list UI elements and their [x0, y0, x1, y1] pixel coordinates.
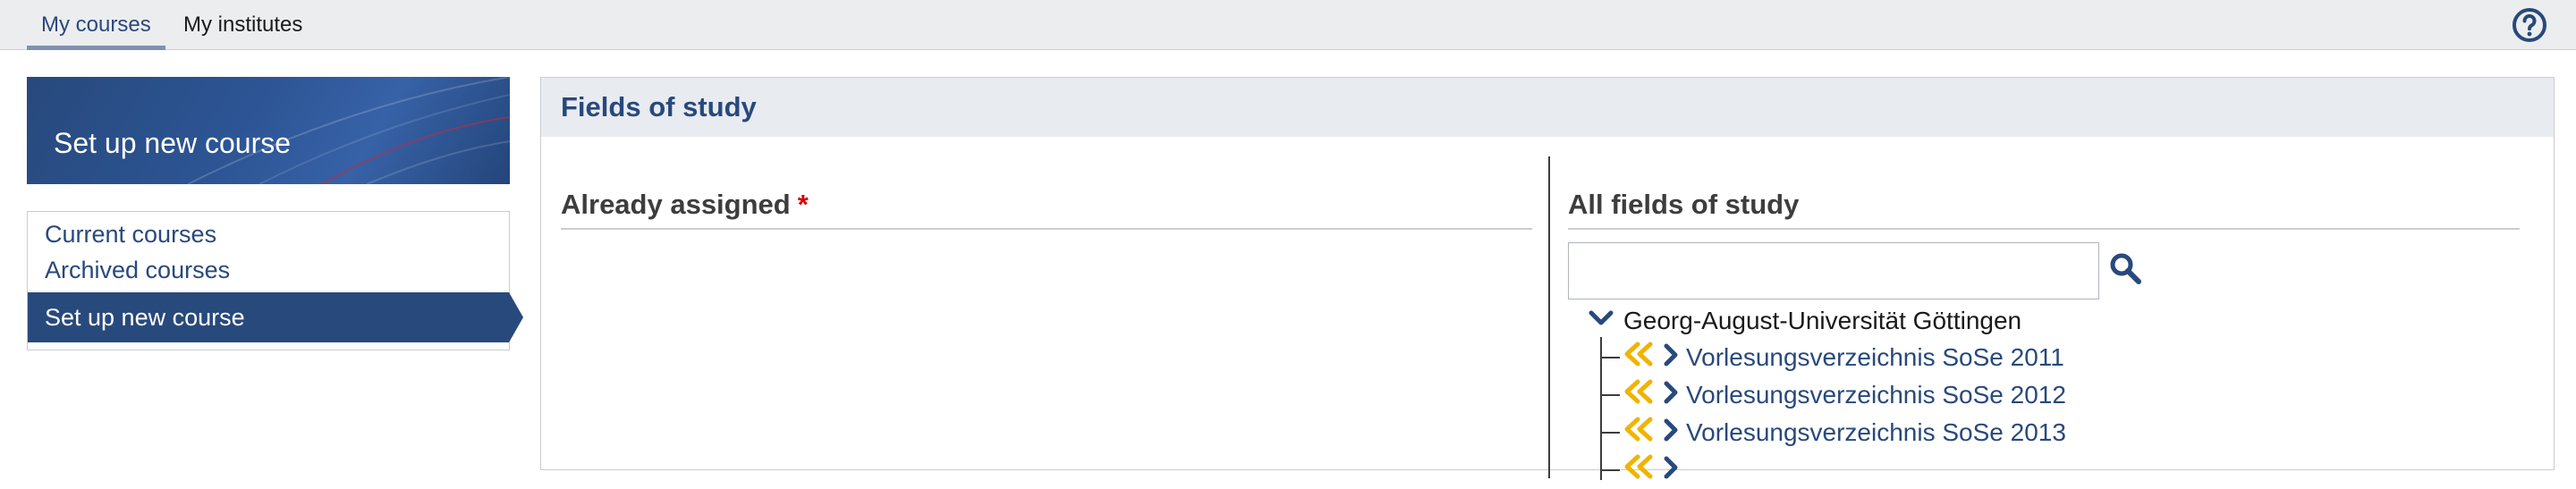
field-search-input[interactable] — [1568, 242, 2099, 299]
banner-title: Set up new course — [54, 127, 292, 159]
already-assigned-title: Already assigned — [561, 189, 791, 220]
chevron-right-icon[interactable] — [1661, 417, 1681, 444]
chevron-right-icon[interactable] — [1661, 455, 1681, 482]
sidebar-navigation: Current courses Archived courses Set up … — [27, 211, 523, 350]
chevron-down-icon[interactable] — [1588, 305, 1614, 332]
tree-item-label[interactable]: Vorlesungsverzeichnis SoSe 2013 — [1686, 414, 2066, 451]
tree-item — [1600, 451, 2137, 489]
all-fields-heading: All fields of study — [1568, 187, 2520, 230]
tree-branch-line — [1600, 469, 1620, 471]
double-arrow-left-icon[interactable] — [1622, 341, 1657, 371]
fields-of-study-panel: Fields of study Already assigned * All fi… — [540, 77, 2555, 480]
help-icon[interactable] — [2512, 7, 2547, 43]
tab-my-institutes[interactable]: My institutes — [183, 0, 302, 50]
tree-item: Vorlesungsverzeichnis SoSe 2013 — [1600, 414, 2137, 451]
tree-item-label[interactable]: Vorlesungsverzeichnis SoSe 2012 — [1686, 376, 2066, 414]
panel-title: Fields of study — [561, 91, 757, 122]
tree-item-label[interactable]: Vorlesungsverzeichnis SoSe 2011 — [1686, 339, 2064, 376]
double-arrow-left-icon[interactable] — [1622, 416, 1657, 446]
all-fields-title: All fields of study — [1568, 189, 1800, 220]
sidebar-item-current-courses[interactable]: Current courses — [45, 221, 216, 249]
magnifier-icon[interactable] — [2108, 251, 2144, 287]
tree-branch-line — [1600, 357, 1620, 358]
tree-root-label[interactable]: Georg-August-Universität Göttingen — [1623, 303, 2021, 339]
chevron-right-icon[interactable] — [1661, 380, 1681, 407]
sidebar-item-label: Set up new course — [45, 304, 245, 331]
tab-my-courses[interactable]: My courses — [27, 0, 165, 50]
sidebar-banner: Set up new course — [27, 77, 510, 184]
tree-branch-line — [1600, 432, 1620, 434]
column-divider — [1548, 156, 1550, 478]
panel-header: Fields of study — [541, 78, 2554, 137]
chevron-right-icon[interactable] — [1661, 342, 1681, 369]
double-arrow-left-icon[interactable] — [1622, 378, 1657, 409]
sidebar-item-set-up-new-course[interactable]: Set up new course — [28, 292, 523, 342]
tree-branch-line — [1600, 394, 1620, 396]
already-assigned-heading: Already assigned * — [561, 187, 1532, 230]
required-marker: * — [797, 189, 809, 220]
tree-item: Vorlesungsverzeichnis SoSe 2011 — [1600, 339, 2137, 376]
top-navigation: My courses My institutes — [0, 0, 2576, 50]
sidebar-item-archived-courses[interactable]: Archived courses — [45, 257, 230, 284]
double-arrow-left-icon[interactable] — [1622, 453, 1657, 484]
tree-item: Vorlesungsverzeichnis SoSe 2012 — [1600, 376, 2137, 414]
